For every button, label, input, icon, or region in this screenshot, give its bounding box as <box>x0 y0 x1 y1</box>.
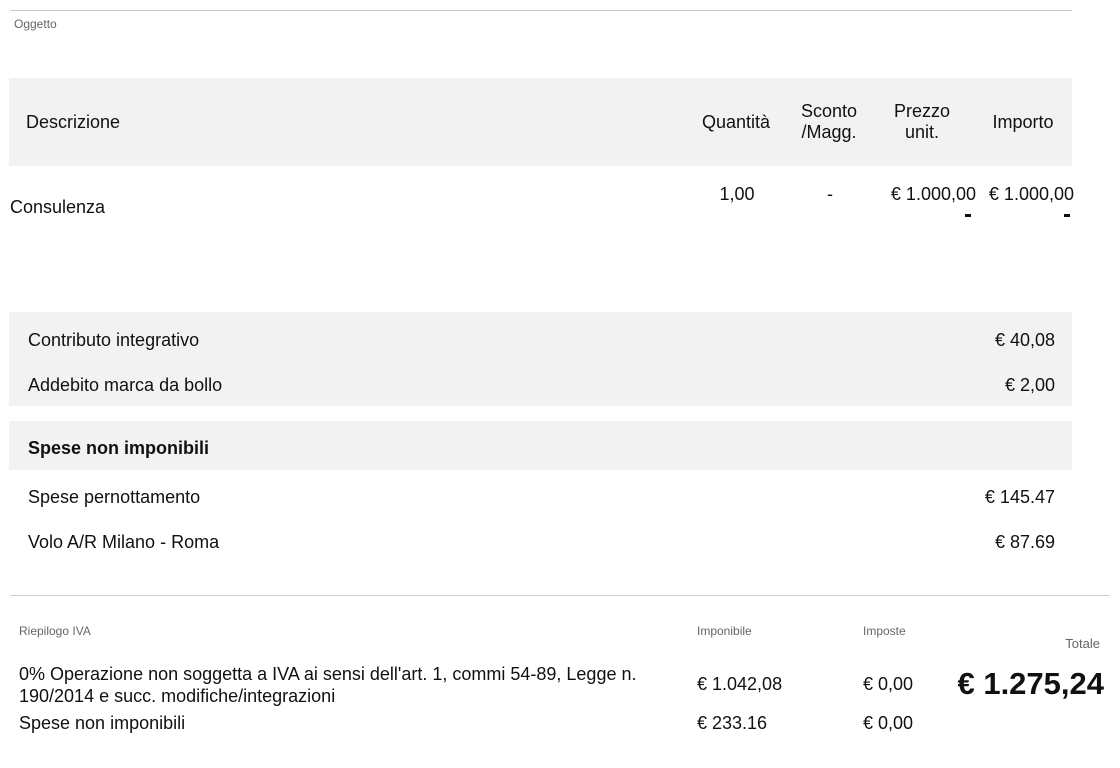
prezzo-dash-mark <box>965 214 971 217</box>
spese-non-imponibili-title: Spese non imponibili <box>28 438 210 458</box>
iva-row-imposte: € 0,00 <box>863 674 914 694</box>
volo-label: Volo A/R Milano - Roma <box>28 532 220 552</box>
item-quantita: 1,00 <box>719 184 755 204</box>
item-descrizione: Consulenza <box>10 197 106 217</box>
header-importo: Importo <box>992 112 1054 132</box>
imposte-header: Imposte <box>863 624 906 638</box>
header-sconto-line2: /Magg. <box>801 122 857 142</box>
item-importo: € 1.000,00 <box>988 184 1074 204</box>
spese-pernottamento-label: Spese pernottamento <box>28 487 201 507</box>
imponibile-header: Imponibile <box>697 624 752 638</box>
spese-non-imponibili-header: Spese non imponibili <box>9 421 1072 470</box>
header-quantita: Quantità <box>701 112 771 132</box>
contributo-integrativo-label: Contributo integrativo <box>28 330 200 350</box>
totale-label: Totale <box>1065 636 1100 651</box>
contributi-block: Contributo integrativo € 40,08 Addebito … <box>9 312 1072 406</box>
header-sconto: Sconto /Magg. <box>789 101 869 143</box>
header-descrizione: Descrizione <box>26 112 121 132</box>
marca-bollo-value: € 2,00 <box>1004 375 1055 395</box>
spese-row-descrizione: Spese non imponibili <box>19 713 186 733</box>
spese-row-imposte: € 0,00 <box>863 713 914 733</box>
contributo-integrativo-value: € 40,08 <box>994 330 1055 350</box>
header-prezzo-line2: unit. <box>904 122 940 142</box>
spese-row-imponibile: € 233.16 <box>697 713 768 733</box>
item-sconto: - <box>827 184 833 204</box>
header-sconto-line1: Sconto <box>800 101 858 121</box>
top-divider <box>10 10 1072 11</box>
header-prezzo: Prezzo unit. <box>879 101 965 143</box>
iva-row-descrizione: 0% Operazione non soggetta a IVA ai sens… <box>19 664 637 706</box>
item-prezzo: € 1.000,00 <box>890 184 976 204</box>
oggetto-label: Oggetto <box>14 17 57 31</box>
importo-dash-mark <box>1064 214 1070 217</box>
header-prezzo-line1: Prezzo <box>893 101 951 121</box>
summary-divider <box>10 595 1110 596</box>
iva-row-imponibile: € 1.042,08 <box>697 674 783 694</box>
items-table-header: Descrizione Quantità Sconto /Magg. Prezz… <box>9 78 1072 166</box>
riepilogo-iva-title: Riepilogo IVA <box>19 624 91 638</box>
invoice-page: Oggetto Descrizione Quantità Sconto /Mag… <box>0 0 1120 768</box>
totale-value: € 1.275,24 <box>957 666 1104 701</box>
marca-bollo-label: Addebito marca da bollo <box>28 375 223 395</box>
volo-value: € 87.69 <box>994 532 1055 552</box>
spese-pernottamento-value: € 145.47 <box>984 487 1055 507</box>
